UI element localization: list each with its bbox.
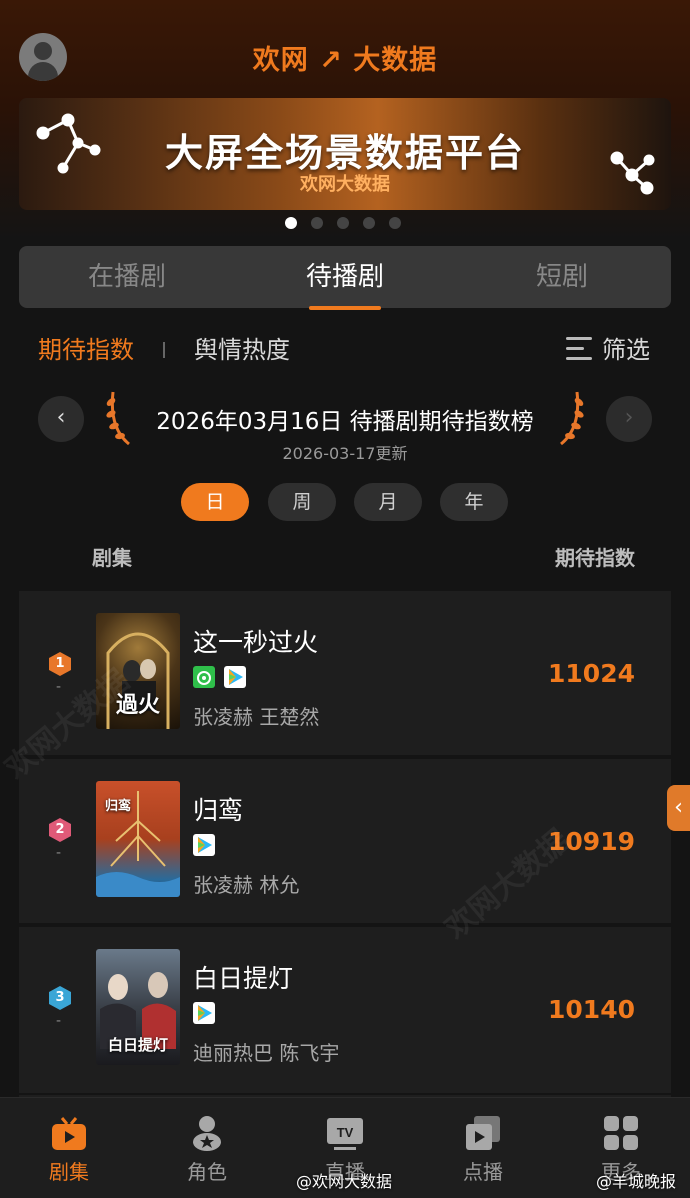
nav-label: 剧集 xyxy=(49,1160,89,1184)
nav-roles[interactable]: 角色 xyxy=(138,1098,276,1198)
avatar-body-icon xyxy=(28,62,58,81)
expectation-score: 11024 xyxy=(548,659,635,688)
divider xyxy=(163,342,165,358)
period-week[interactable]: 周 xyxy=(268,483,336,521)
active-tab-indicator xyxy=(309,306,381,310)
metric-tabs: 期待指数 舆情热度 筛选 xyxy=(0,330,690,370)
poster-title: 白日提灯 xyxy=(107,1036,168,1054)
avatar-head-icon xyxy=(34,42,52,60)
rank-number: 2 xyxy=(55,822,65,837)
pagination-dot[interactable] xyxy=(363,217,375,229)
banner-subtitle: 欢网大数据 xyxy=(300,174,390,195)
nav-label: 点播 xyxy=(463,1160,503,1184)
tencent-video-icon xyxy=(193,834,215,856)
show-title[interactable]: 归鸾 xyxy=(193,791,243,827)
tencent-video-icon xyxy=(193,1002,215,1024)
column-header-show: 剧集 xyxy=(92,546,132,570)
tab-airing[interactable]: 在播剧 xyxy=(27,246,227,308)
expectation-score: 10140 xyxy=(548,995,635,1024)
filter-label: 筛选 xyxy=(602,336,650,364)
row-divider xyxy=(19,755,671,757)
live-tv-icon: TV xyxy=(327,1118,363,1150)
nav-dramas[interactable]: 剧集 xyxy=(0,1098,138,1198)
list-item[interactable]: 3 - 白日提灯 白日提灯 迪丽热巴 陈飞宇 10140 xyxy=(19,927,671,1093)
tab-public-opinion[interactable]: 舆情热度 xyxy=(194,330,290,370)
cast-list: 迪丽热巴 陈飞宇 xyxy=(193,1041,340,1065)
ranking-title: 2026年03月16日 待播剧期待指数榜 xyxy=(156,409,534,435)
tencent-video-icon xyxy=(224,666,246,688)
rank-change: - xyxy=(56,845,62,861)
role-icon xyxy=(193,1116,221,1151)
laurel-right-icon xyxy=(560,391,584,446)
poster-image[interactable]: 归鸾 xyxy=(96,781,180,897)
cast-list: 张凌赫 林允 xyxy=(193,873,300,897)
tab-upcoming[interactable]: 待播剧 xyxy=(245,246,445,308)
header: 欢网 ↗ 大数据 xyxy=(0,0,690,100)
tab-short-drama[interactable]: 短剧 xyxy=(462,246,662,308)
tab-expectation-index[interactable]: 期待指数 xyxy=(38,330,134,370)
rank-number: 1 xyxy=(55,656,65,671)
nav-vod[interactable]: 点播 xyxy=(414,1098,552,1198)
pagination-dot[interactable] xyxy=(285,217,297,229)
show-title[interactable]: 这一秒过火 xyxy=(193,623,318,659)
vod-icon xyxy=(466,1116,500,1150)
svg-text:TV: TV xyxy=(337,1125,354,1140)
list-item[interactable]: 2 - 归鸾 归鸾 张凌赫 林允 10919 xyxy=(19,759,671,925)
category-tabs: 在播剧 待播剧 短剧 xyxy=(19,246,671,310)
period-day[interactable]: 日 xyxy=(181,483,249,521)
laurel-left-icon xyxy=(106,391,130,446)
pagination-dot[interactable] xyxy=(337,217,349,229)
pagination-dot[interactable] xyxy=(389,217,401,229)
poster-image[interactable]: 白日提灯 xyxy=(96,949,180,1065)
updated-date: 2026-03-17更新 xyxy=(282,444,408,463)
row-divider xyxy=(19,923,671,925)
next-day-button[interactable]: › xyxy=(606,396,652,442)
period-month[interactable]: 月 xyxy=(354,483,422,521)
nav-label: 角色 xyxy=(187,1160,227,1184)
app-logo: 欢网 ↗ 大数据 xyxy=(252,45,438,76)
grid-icon xyxy=(604,1116,638,1150)
column-header-index: 期待指数 xyxy=(555,546,635,570)
rank-change: - xyxy=(56,1013,62,1029)
previous-day-button[interactable]: ‹ xyxy=(38,396,84,442)
weibo-watermark-right: @羊城晚报 xyxy=(596,1172,677,1191)
iqiyi-icon xyxy=(193,666,215,688)
show-title[interactable]: 白日提灯 xyxy=(193,959,293,995)
side-drawer-toggle[interactable]: ‹ xyxy=(667,785,690,831)
rank-number: 3 xyxy=(55,990,65,1005)
filter-icon xyxy=(566,337,594,361)
avatar[interactable] xyxy=(19,33,67,81)
pagination-dot[interactable] xyxy=(311,217,323,229)
banner-title: 大屏全场景数据平台 xyxy=(164,131,525,175)
tv-icon xyxy=(52,1117,86,1150)
cast-list: 张凌赫 王楚然 xyxy=(193,705,320,729)
rank-change: - xyxy=(56,679,62,695)
period-year[interactable]: 年 xyxy=(440,483,508,521)
poster-title: 归鸾 xyxy=(104,799,131,814)
weibo-watermark-left: @欢网大数据 xyxy=(296,1172,393,1191)
promo-banner[interactable]: 大屏全场景数据平台 欢网大数据 xyxy=(19,98,671,210)
